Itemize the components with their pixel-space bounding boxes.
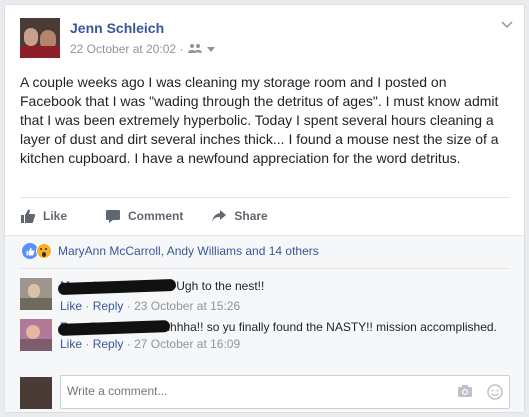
comment-text: Ugh to the nest!!	[176, 279, 265, 293]
author-avatar[interactable]	[20, 18, 60, 58]
separator: ·	[126, 299, 131, 313]
divider	[20, 197, 510, 198]
post-actions: Like Comment Share	[20, 200, 510, 232]
share-arrow-icon	[211, 208, 227, 224]
comment-body: Ro... E. Schleich ahhhha!! so yu finally…	[57, 319, 500, 352]
post-timestamp[interactable]: 22 October at 20:02 ·	[70, 42, 183, 56]
comment-text: ahhhha!! so yu finally found the NASTY!!…	[156, 320, 497, 334]
divider	[20, 268, 510, 269]
separator: ·	[85, 299, 90, 313]
comment-actions: Like · Reply · 23 October at 15:26	[60, 298, 500, 314]
comment-time[interactable]: 27 October at 16:09	[134, 337, 240, 351]
comment-like-link[interactable]: Like	[60, 337, 82, 351]
commenter-name[interactable]: Ro... E. Schleich	[57, 320, 171, 336]
reactions-bar[interactable]: MaryAnn McCarroll, Andy Williams and 14 …	[22, 241, 319, 261]
post-card: Jenn Schleich 22 October at 20:02 · A co…	[4, 4, 525, 413]
thumbs-up-icon	[20, 208, 36, 224]
comment-like-link[interactable]: Like	[60, 299, 82, 313]
comment-input-box[interactable]	[60, 375, 510, 409]
post-meta: 22 October at 20:02 ·	[70, 42, 216, 56]
comment-button[interactable]: Comment	[105, 208, 183, 224]
comment-reply-link[interactable]: Reply	[93, 337, 124, 351]
comment-icon	[105, 208, 121, 224]
like-button[interactable]: Like	[20, 208, 67, 224]
separator: ·	[85, 337, 90, 351]
comment-body: Mary Ann McCarroll Ugh to the nest!! Lik…	[57, 278, 500, 314]
emoji-icon[interactable]	[487, 384, 503, 405]
reactions-summary[interactable]: MaryAnn McCarroll, Andy Williams and 14 …	[58, 244, 319, 258]
author-name[interactable]: Jenn Schleich	[70, 20, 164, 36]
current-user-avatar	[20, 377, 52, 409]
comment-input[interactable]	[67, 384, 427, 398]
comment-reply-link[interactable]: Reply	[93, 299, 124, 313]
commenter-avatar[interactable]	[20, 319, 52, 351]
commenter-name[interactable]: Mary Ann McCarroll	[57, 278, 177, 296]
comment-label: Comment	[128, 209, 184, 223]
comment-composer	[20, 375, 510, 409]
commenter-avatar[interactable]	[20, 278, 52, 310]
post-header: Jenn Schleich 22 October at 20:02 ·	[20, 18, 515, 62]
like-label: Like	[43, 209, 68, 223]
separator: ·	[126, 337, 131, 351]
post-options-chevron-icon[interactable]	[501, 18, 513, 32]
post-text: A couple weeks ago I was cleaning my sto…	[20, 74, 499, 166]
wow-reaction-icon	[36, 243, 52, 259]
share-label: Share	[234, 209, 268, 223]
audience-friends-icon[interactable]	[188, 42, 203, 56]
dropdown-caret-icon[interactable]	[207, 42, 216, 56]
composer-icons	[457, 384, 503, 405]
comment-actions: Like · Reply · 27 October at 16:09	[60, 336, 500, 352]
share-button[interactable]: Share	[211, 208, 268, 224]
camera-icon[interactable]	[457, 384, 473, 405]
comment-time[interactable]: 23 October at 15:26	[134, 299, 240, 313]
